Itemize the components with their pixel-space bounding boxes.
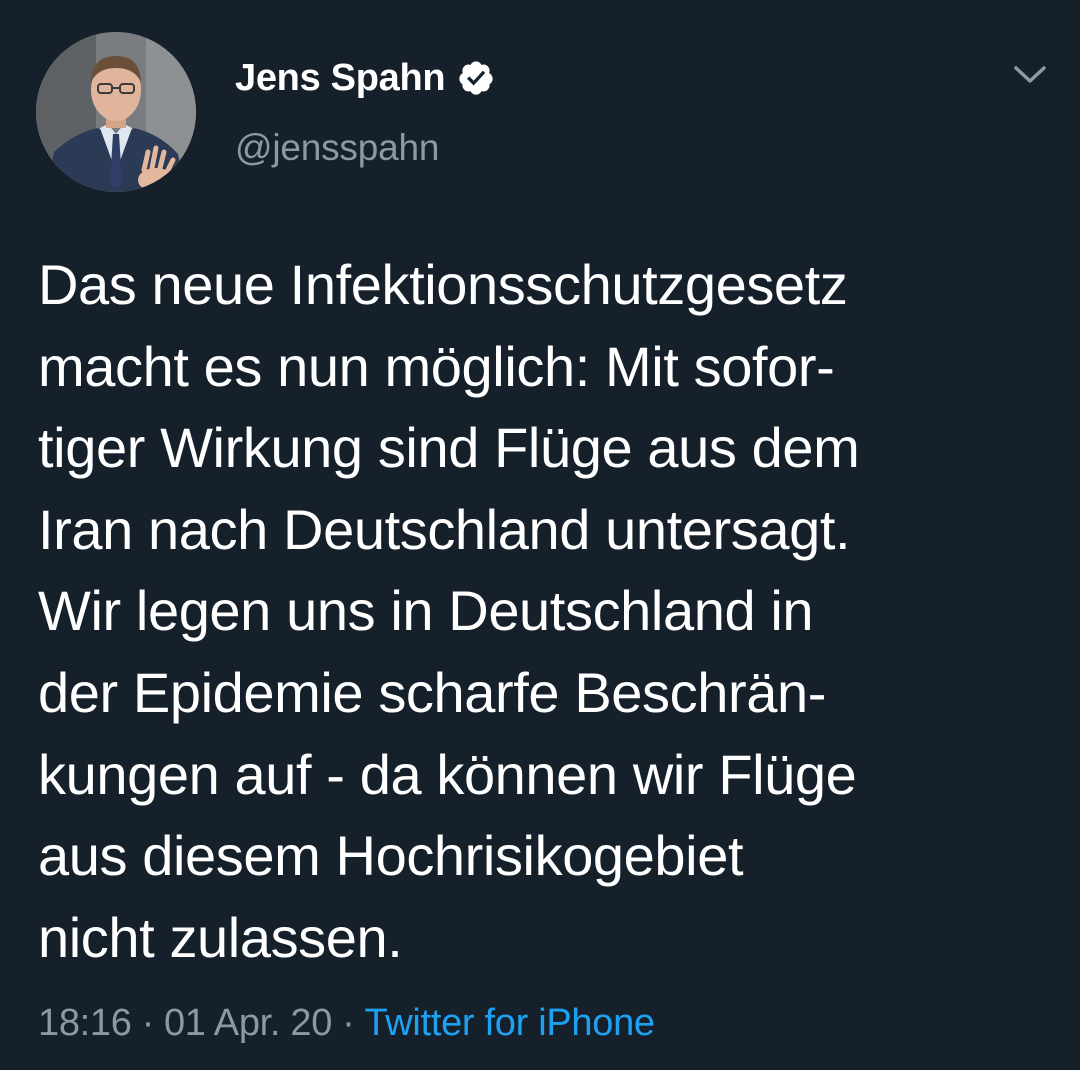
tweet-time[interactable]: 18:16: [38, 1002, 132, 1044]
tweet-text-line: aus diesem Hochrisikogebiet: [38, 824, 744, 888]
tweet-text-line: kungen auf - da können wir Flüge: [38, 742, 857, 806]
meta-separator: ·: [141, 1002, 155, 1044]
author-display-name[interactable]: Jens Spahn: [235, 57, 446, 100]
tweet: Jens Spahn @jensspahn Das neue Infektion…: [0, 0, 1080, 1070]
avatar[interactable]: [36, 32, 196, 192]
avatar-photo: [36, 32, 196, 192]
tweet-text-line: macht es nun möglich: Mit sofor-: [38, 334, 835, 398]
chevron-down-icon[interactable]: [1010, 62, 1050, 88]
author-handle[interactable]: @jensspahn: [235, 127, 495, 169]
tweet-text-line: tiger Wirkung sind Flüge aus dem: [38, 416, 860, 480]
tweet-author: Jens Spahn @jensspahn: [235, 55, 495, 169]
meta-separator: ·: [342, 1002, 355, 1044]
author-name-row: Jens Spahn: [235, 55, 495, 101]
tweet-source-link[interactable]: Twitter for iPhone: [364, 1002, 655, 1044]
tweet-text-line: Iran nach Deutschland untersagt.: [38, 497, 851, 561]
tweet-text-line: Das neue Infektionsschutzgesetz: [38, 253, 848, 316]
tweet-date[interactable]: 01 Apr. 20: [164, 1002, 332, 1044]
tweet-text-line: der Epidemie scharfe Beschrän-: [38, 660, 826, 724]
tweet-meta: 18:16 · 01 Apr. 20 · Twitter for iPhone: [38, 1002, 655, 1045]
tweet-text: Das neue Infektionsschutzgesetz macht es…: [38, 244, 1048, 978]
verified-badge-icon: [459, 61, 493, 95]
tweet-text-line: Wir legen uns in Deutschland in: [38, 579, 814, 643]
tweet-text-line: nicht zulassen.: [38, 905, 403, 969]
